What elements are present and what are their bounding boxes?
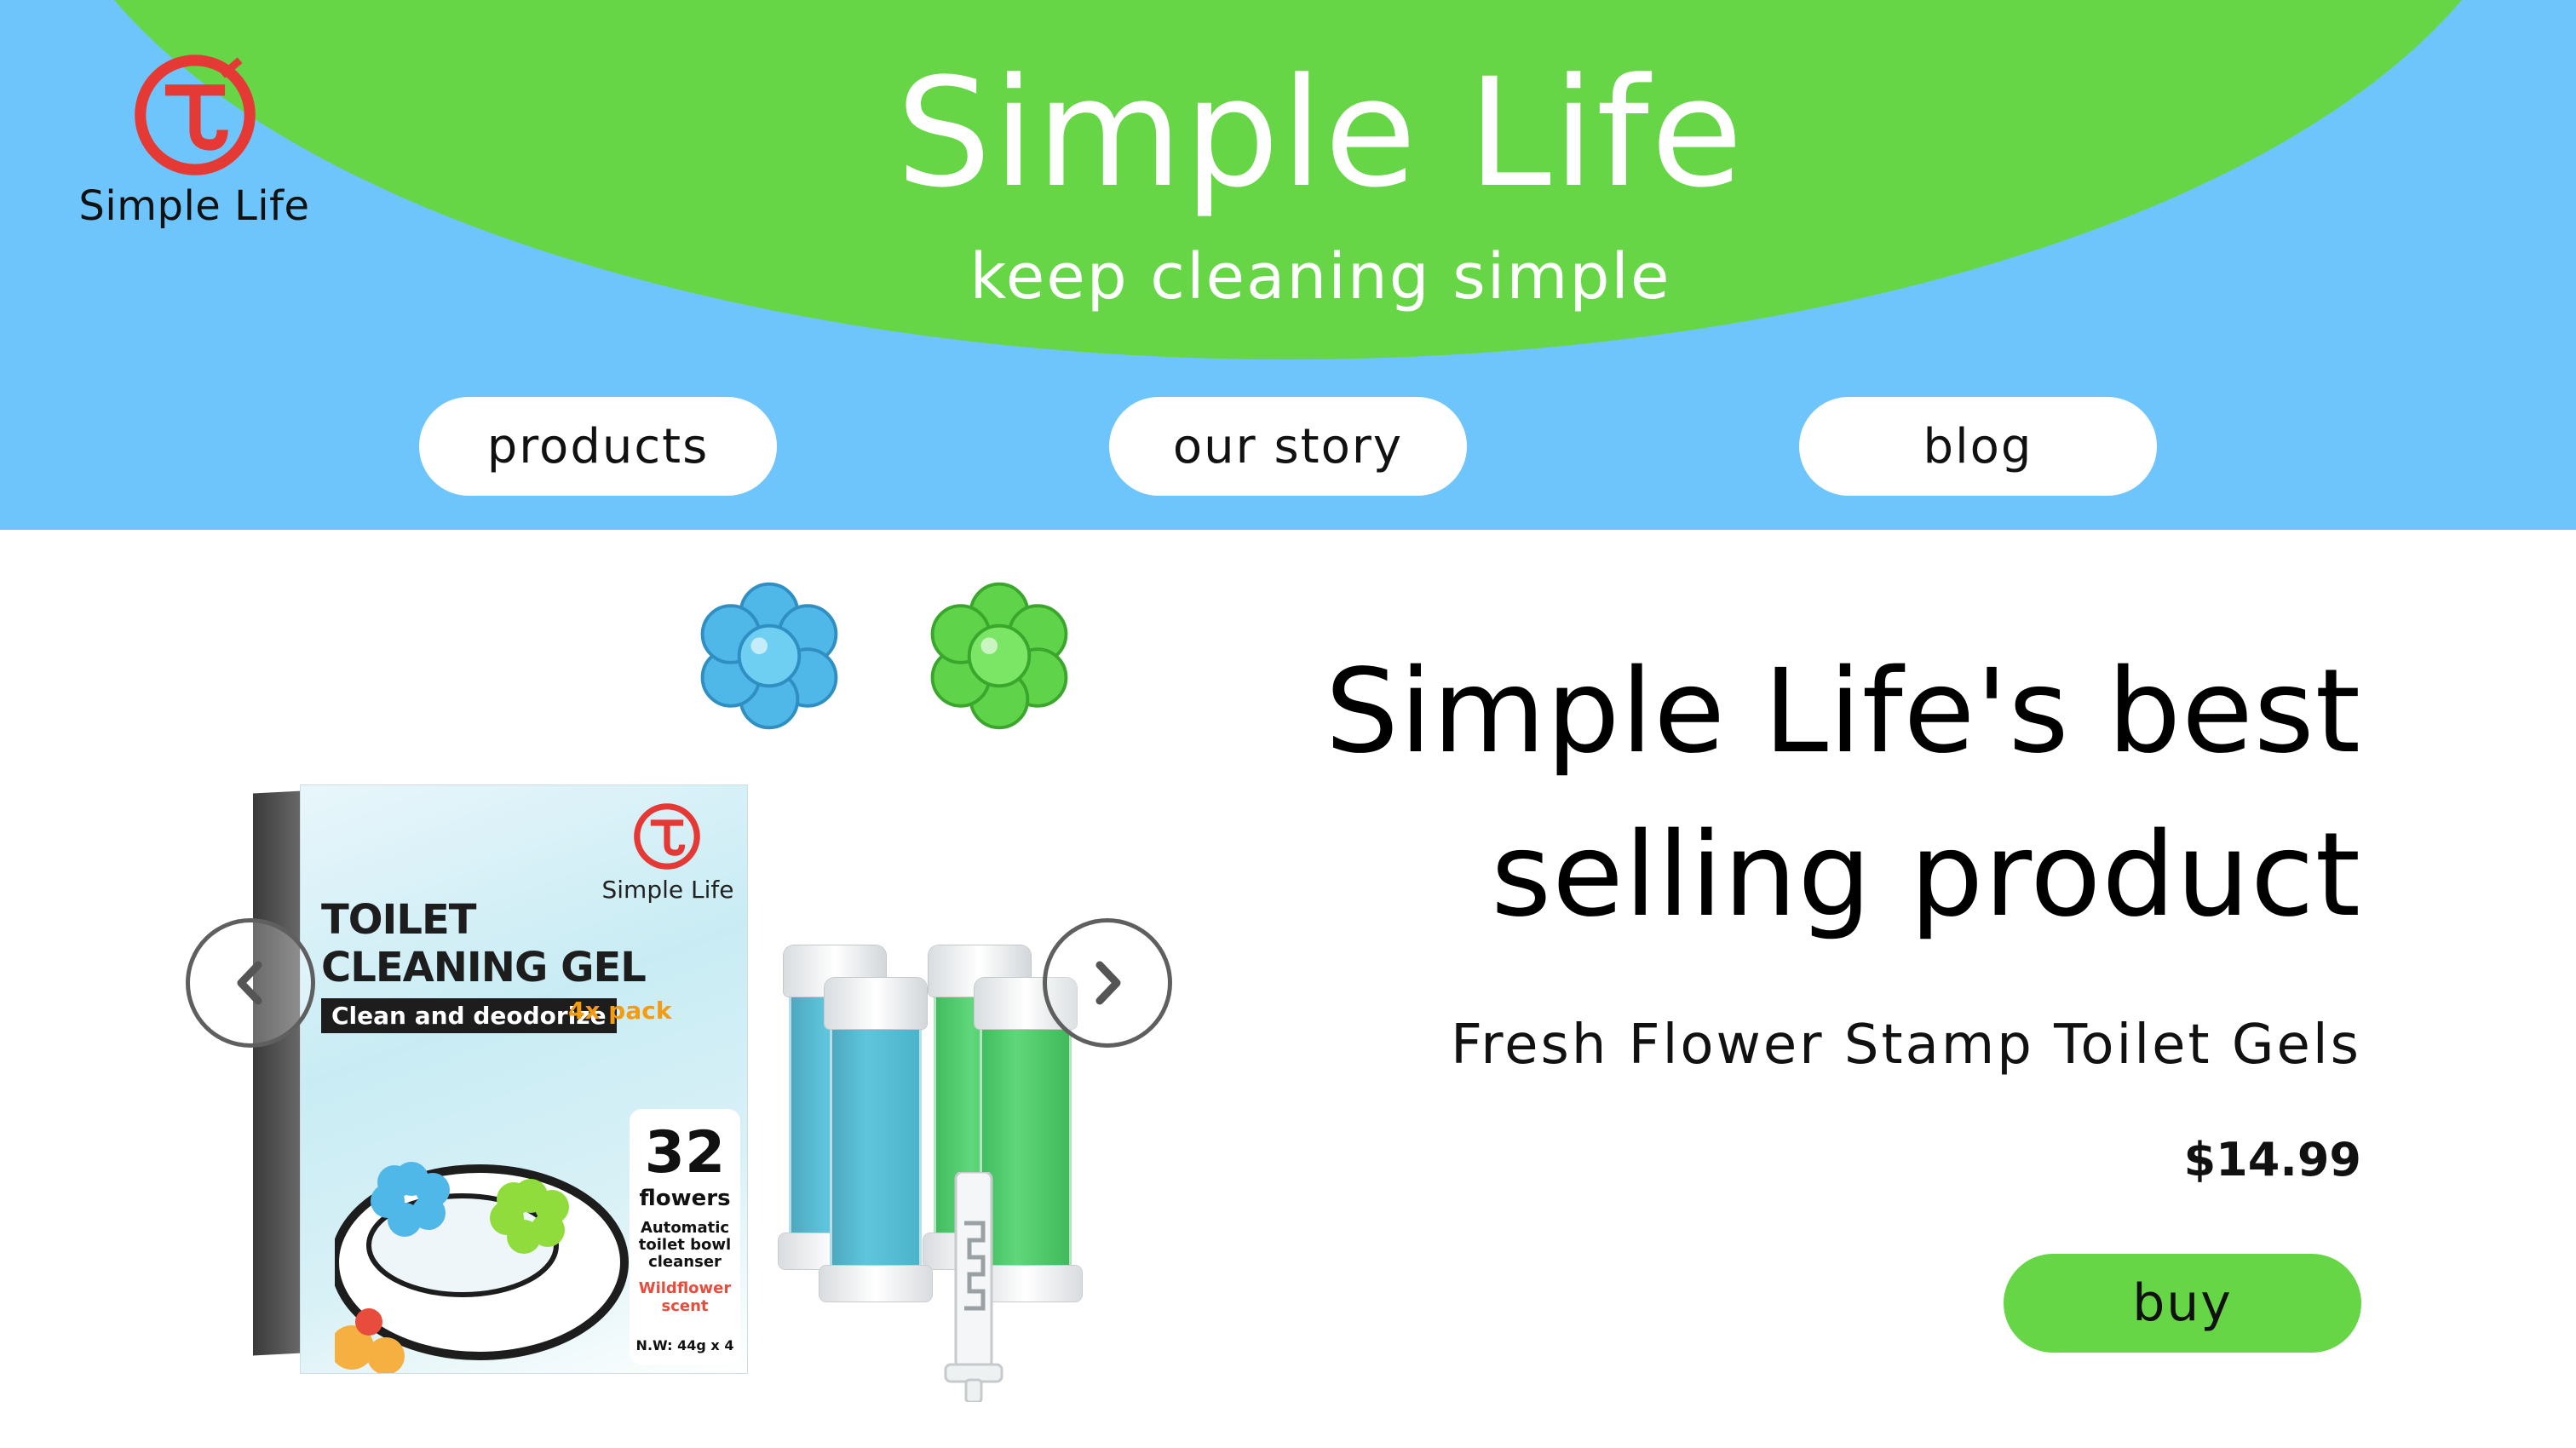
badge-desc-line3: cleanser [648,1253,722,1271]
carousel-prev-button[interactable] [186,918,315,1048]
headline-line1: Simple Life's best [1325,645,2361,779]
site-header: Simple Life Simple Life keep cleaning si… [0,0,2576,530]
box-title-line1: TOILET [321,896,477,944]
box-title: TOILET CLEANING GEL [321,896,647,991]
chevron-right-icon [1095,961,1121,1005]
product-price: $14.99 [2183,1133,2361,1187]
nav-our-story-button[interactable]: our story [1109,397,1467,496]
product-name: Fresh Flower Stamp Toilet Gels [1451,1014,2361,1077]
box-side [253,790,302,1356]
nav-products-button[interactable]: products [419,397,777,496]
badge-scent: Wildflower scent [630,1279,740,1315]
box-count-badge: 32 flowers Automatic toilet bowl cleanse… [630,1109,740,1365]
toilet-bowl-illustration [335,1162,629,1373]
badge-scent-line2: scent [661,1297,709,1315]
green-gel-flower-icon [930,582,1068,730]
site-tagline: keep cleaning simple [969,240,1671,313]
product-box: Simple Life TOILET CLEANING GEL Clean an… [253,785,747,1373]
applicator-plunger [944,1172,1003,1402]
box-front: Simple Life TOILET CLEANING GEL Clean an… [301,785,747,1373]
badge-weight: N.W: 44g x 4 [635,1337,734,1353]
site-title: Simple Life [895,46,1745,221]
product-headline: Simple Life's best selling product [1278,630,2361,957]
box-pack: 4x pack [568,997,672,1025]
badge-count: 32 [644,1119,726,1187]
badge-count-label: flowers [639,1186,731,1211]
buy-button[interactable]: buy [2004,1254,2361,1353]
badge-desc-line2: toilet bowl [638,1236,732,1254]
headline-line2: selling product [1491,808,2361,943]
box-title-line2: CLEANING GEL [321,944,647,991]
badge-scent-line1: Wildflower [638,1279,732,1297]
nav-blog-button[interactable]: blog [1799,397,2157,496]
product-image-carousel: Simple Life TOILET CLEANING GEL Clean an… [170,562,1210,1414]
badge-description: Automatic toilet bowl cleanser [630,1220,740,1271]
box-logo-icon [634,803,700,870]
gel-tube-blue [819,978,932,1301]
carousel-next-button[interactable] [1043,918,1172,1048]
badge-desc-line1: Automatic [640,1219,730,1237]
product-info: Simple Life's best selling product Fresh… [1278,630,2361,1187]
blue-gel-flower-icon [700,582,838,730]
chevron-left-icon [237,961,262,1005]
